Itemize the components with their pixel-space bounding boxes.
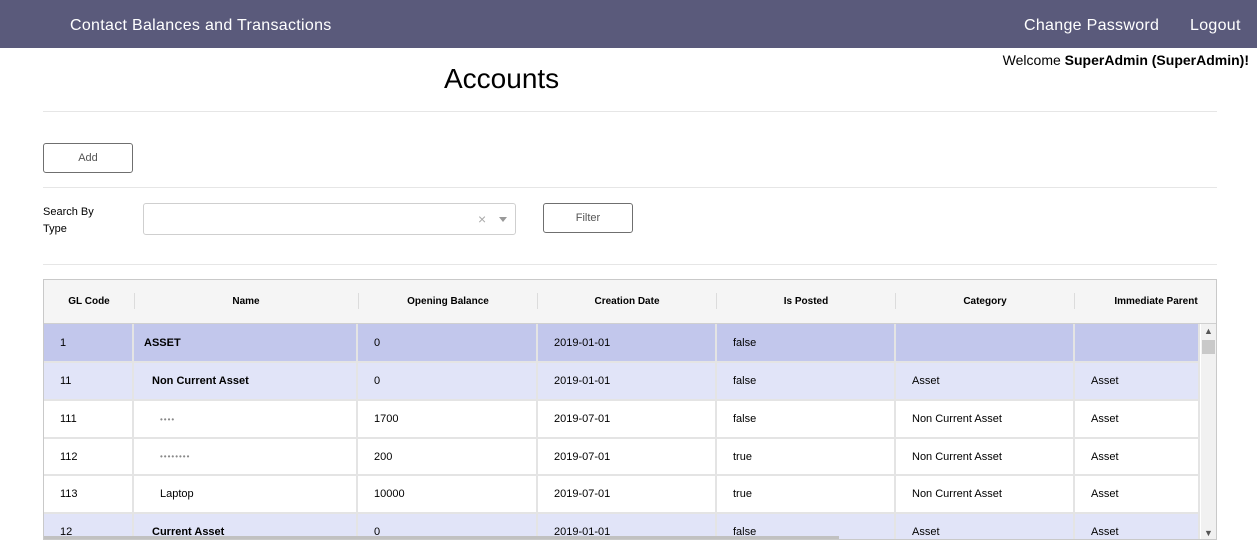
- grid-header: GL Code Name Opening Balance Creation Da…: [44, 280, 1216, 324]
- cell-is-posted[interactable]: true: [717, 476, 896, 514]
- app-title[interactable]: Contact Balances and Transactions: [70, 17, 332, 35]
- logout-link[interactable]: Logout: [1190, 17, 1241, 35]
- accounts-grid: GL Code Name Opening Balance Creation Da…: [43, 279, 1217, 540]
- cell-category[interactable]: Non Current Asset: [896, 476, 1075, 514]
- cell-immediate-parent[interactable]: Asset: [1075, 401, 1200, 439]
- cell-gl-code[interactable]: 113: [44, 476, 134, 514]
- cell-creation-date[interactable]: 2019-07-01: [538, 439, 717, 476]
- cell-category[interactable]: Asset: [896, 363, 1075, 401]
- cell-immediate-parent[interactable]: Asset: [1075, 476, 1200, 514]
- column-header-creation-date[interactable]: Creation Date: [537, 280, 717, 323]
- search-label-line1: Search By: [43, 206, 94, 218]
- cell-gl-code[interactable]: 112: [44, 439, 134, 476]
- change-password-link[interactable]: Change Password: [1024, 17, 1159, 35]
- cell-immediate-parent[interactable]: [1075, 324, 1200, 363]
- cell-opening-balance[interactable]: 10000: [358, 476, 538, 514]
- scrollbar-thumb[interactable]: [1202, 340, 1215, 354]
- cell-name[interactable]: ASSET: [134, 324, 358, 363]
- welcome-message: Welcome SuperAdmin (SuperAdmin)!: [1003, 52, 1249, 68]
- welcome-user: SuperAdmin (SuperAdmin)!: [1064, 52, 1249, 68]
- horizontal-scrollbar[interactable]: [44, 536, 839, 539]
- table-row[interactable]: 1 ASSET 0 2019-01-01 false: [44, 324, 1200, 363]
- column-header-opening-balance[interactable]: Opening Balance: [358, 280, 538, 323]
- chevron-down-icon[interactable]: ▼: [1201, 526, 1216, 539]
- search-label-line2: Type: [43, 223, 67, 235]
- cell-gl-code[interactable]: 1: [44, 324, 134, 363]
- divider: [43, 264, 1217, 265]
- cell-gl-code[interactable]: 111: [44, 401, 134, 439]
- cell-name[interactable]: ••••: [134, 401, 358, 439]
- vertical-scrollbar[interactable]: ▲ ▼: [1201, 324, 1216, 539]
- cell-opening-balance[interactable]: 0: [358, 363, 538, 401]
- cell-is-posted[interactable]: true: [717, 439, 896, 476]
- column-header-category[interactable]: Category: [895, 280, 1075, 323]
- divider: [43, 111, 1217, 112]
- cell-name[interactable]: Laptop: [134, 476, 358, 514]
- cell-creation-date[interactable]: 2019-07-01: [538, 476, 717, 514]
- cell-category[interactable]: [896, 324, 1075, 363]
- cell-creation-date[interactable]: 2019-01-01: [538, 363, 717, 401]
- clear-icon[interactable]: ×: [478, 211, 486, 227]
- cell-gl-code[interactable]: 11: [44, 363, 134, 401]
- cell-category[interactable]: Asset: [896, 514, 1075, 539]
- divider: [43, 187, 1217, 188]
- table-row[interactable]: 113 Laptop 10000 2019-07-01 true Non Cur…: [44, 476, 1200, 514]
- page-title: Accounts: [444, 63, 560, 94]
- column-header-is-posted[interactable]: Is Posted: [716, 280, 896, 323]
- cell-name[interactable]: Non Current Asset: [134, 363, 358, 401]
- cell-is-posted[interactable]: false: [717, 324, 896, 363]
- cell-is-posted[interactable]: false: [717, 401, 896, 439]
- cell-creation-date[interactable]: 2019-07-01: [538, 401, 717, 439]
- cell-name[interactable]: ••••••••: [134, 439, 358, 476]
- search-by-type-label: Search By Type: [43, 204, 103, 238]
- caret-down-icon[interactable]: [499, 217, 507, 222]
- cell-immediate-parent[interactable]: Asset: [1075, 514, 1200, 539]
- table-row[interactable]: 11 Non Current Asset 0 2019-01-01 false …: [44, 363, 1200, 401]
- column-header-name[interactable]: Name: [134, 280, 358, 323]
- cell-creation-date[interactable]: 2019-01-01: [538, 324, 717, 363]
- cell-opening-balance[interactable]: 0: [358, 324, 538, 363]
- welcome-prefix: Welcome: [1002, 52, 1061, 68]
- chevron-up-icon[interactable]: ▲: [1201, 324, 1216, 338]
- table-row[interactable]: 111 •••• 1700 2019-07-01 false Non Curre…: [44, 401, 1200, 439]
- column-header-immediate-parent[interactable]: Immediate Parent: [1074, 280, 1216, 323]
- cell-immediate-parent[interactable]: Asset: [1075, 439, 1200, 476]
- cell-opening-balance[interactable]: 1700: [358, 401, 538, 439]
- table-row[interactable]: 112 •••••••• 200 2019-07-01 true Non Cur…: [44, 439, 1200, 476]
- cell-is-posted[interactable]: false: [717, 363, 896, 401]
- add-button[interactable]: Add: [43, 143, 133, 173]
- cell-category[interactable]: Non Current Asset: [896, 401, 1075, 439]
- cell-immediate-parent[interactable]: Asset: [1075, 363, 1200, 401]
- cell-category[interactable]: Non Current Asset: [896, 439, 1075, 476]
- column-header-gl-code[interactable]: GL Code: [44, 280, 134, 323]
- type-select[interactable]: ×: [143, 203, 516, 235]
- filter-button[interactable]: Filter: [543, 203, 633, 233]
- cell-opening-balance[interactable]: 200: [358, 439, 538, 476]
- top-navbar: Contact Balances and Transactions Change…: [0, 0, 1257, 48]
